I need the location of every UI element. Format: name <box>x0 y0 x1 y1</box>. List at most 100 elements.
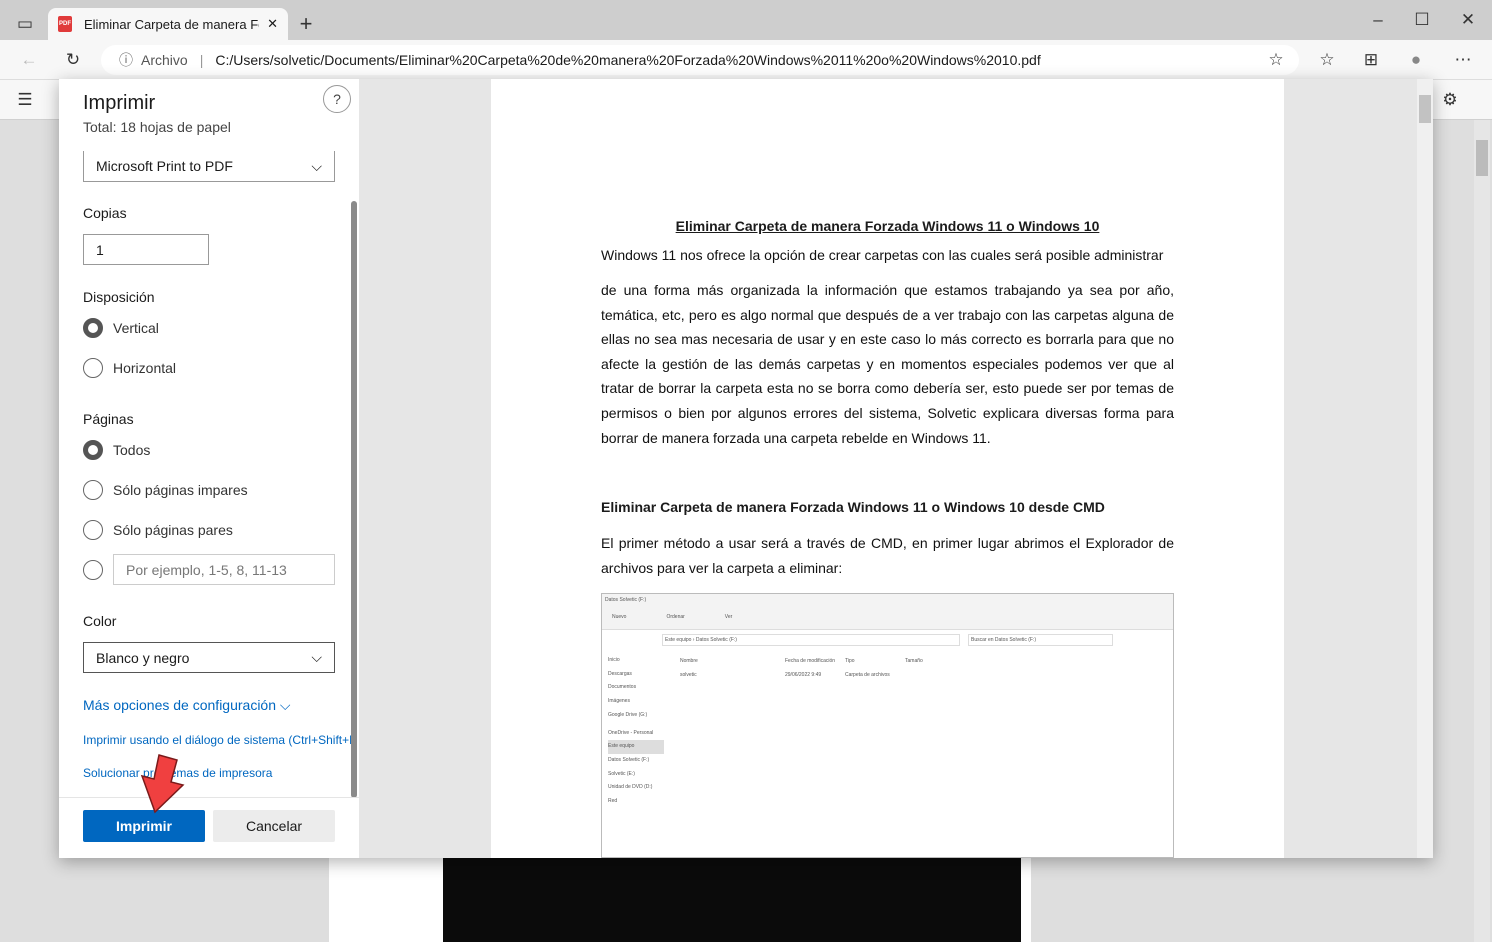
printer-value: Microsoft Print to PDF <box>96 158 233 174</box>
copies-input[interactable]: 1 <box>83 234 209 265</box>
close-window-icon[interactable]: ✕ <box>1452 4 1484 36</box>
copies-value: 1 <box>96 241 104 258</box>
link-text: Más opciones de configuración <box>83 697 277 713</box>
file-date: 29/06/2022 9:49 <box>785 672 822 678</box>
help-button[interactable]: ? <box>323 85 351 113</box>
doc-heading: Eliminar Carpeta de manera Forzada Windo… <box>675 218 1100 234</box>
tab-title: Eliminar Carpeta de manera Forzada Windo… <box>84 16 259 32</box>
red-arrow-annotation <box>140 754 185 814</box>
doc-paragraph: El primer método a usar será a través de… <box>601 535 1174 576</box>
file-size <box>905 668 945 682</box>
explorer-new: Nuevo <box>612 614 627 620</box>
printer-select[interactable]: Microsoft Print to PDF ⌵ <box>83 151 335 182</box>
divider <box>59 797 359 798</box>
pages-custom-radio[interactable] <box>83 560 103 580</box>
nav-item: Google Drive (G:) <box>608 711 648 718</box>
layout-vertical-radio[interactable]: Vertical <box>83 318 159 338</box>
maximize-icon[interactable]: ☐ <box>1406 4 1438 36</box>
refresh-icon[interactable]: ↻ <box>57 44 89 76</box>
explorer-nav: Inicio Descargas Documentos Imágenes Google … <box>602 650 670 813</box>
nav-item: Red <box>608 798 618 805</box>
sheet-total: Total: 18 hojas de papel <box>83 119 231 135</box>
file-type: Carpeta de archivos <box>845 672 890 678</box>
url-text: C:/Users/solvetic/Documents/Eliminar%20C… <box>215 52 1041 68</box>
back-icon[interactable]: ← <box>13 44 45 76</box>
address-label: Archivo <box>141 52 188 68</box>
pdf-image-background <box>443 858 1021 942</box>
system-dialog-link[interactable]: Imprimir usando el diálogo de sistema (C… <box>83 733 353 747</box>
new-tab-icon[interactable]: + <box>290 8 322 40</box>
print-settings-panel: Imprimir Total: 18 hojas de papel ? Micr… <box>59 79 359 858</box>
radio-icon <box>83 440 103 460</box>
column-header: Nombre <box>680 658 698 664</box>
nav-item: Inicio <box>608 657 620 663</box>
dialog-title: Imprimir <box>83 92 156 114</box>
settings-icon[interactable]: ⚙ <box>1434 84 1466 116</box>
radio-icon <box>83 520 103 540</box>
color-select[interactable]: Blanco y negro ⌵ <box>83 642 335 673</box>
collections-icon[interactable]: ⊞ <box>1355 44 1387 76</box>
pages-range-input[interactable]: Por ejemplo, 1-5, 8, 11-13 <box>113 554 335 585</box>
radio-icon <box>83 560 103 580</box>
column-header: Tipo <box>845 658 855 664</box>
preview-page: Eliminar Carpeta de manera Forzada Windo… <box>491 79 1284 858</box>
more-settings-link[interactable]: Más opciones de configuración ⌵ <box>83 697 291 714</box>
color-label: Color <box>83 613 117 629</box>
copies-label: Copias <box>83 205 127 221</box>
option-label: Sólo páginas impares <box>113 482 248 498</box>
contents-icon[interactable]: ☰ <box>9 84 41 116</box>
doc-paragraph: de una forma más organizada la informaci… <box>601 282 1174 446</box>
pages-all-radio[interactable]: Todos <box>83 440 150 460</box>
profile-icon[interactable]: ● <box>1400 44 1432 76</box>
explorer-title: Datos Solvetic (F:) <box>602 594 1173 606</box>
option-label: Sólo páginas pares <box>113 522 233 538</box>
explorer-search: Buscar en Datos Solvetic (F:) <box>968 634 1113 646</box>
chevron-down-icon: ⌵ <box>311 649 322 665</box>
more-icon[interactable]: ⋯ <box>1447 44 1479 76</box>
tab-active[interactable]: PDF Eliminar Carpeta de manera Forzada W… <box>48 8 288 40</box>
radio-icon <box>83 358 103 378</box>
explorer-screenshot: Datos Solvetic (F:) Nuevo Ordenar Ver Este… <box>601 593 1174 858</box>
add-favorite-icon[interactable]: ☆ <box>1260 44 1292 76</box>
chevron-down-icon: ⌵ <box>311 157 322 174</box>
nav-item: Documentos <box>608 684 637 691</box>
settings-scrollbar[interactable] <box>351 201 357 798</box>
option-label: Horizontal <box>113 360 177 376</box>
print-dialog: Imprimir Total: 18 hojas de papel ? Micr… <box>59 79 1433 858</box>
nav-item: Descargas <box>608 670 632 677</box>
radio-icon <box>83 318 103 338</box>
nav-item: Este equipo <box>608 740 664 754</box>
close-tab-icon[interactable]: ✕ <box>267 16 278 32</box>
doc-paragraph: Windows 11 nos ofrece la opción de crear… <box>601 247 1164 263</box>
print-button[interactable]: Imprimir <box>83 810 205 842</box>
layout-horizontal-radio[interactable]: Horizontal <box>83 358 176 378</box>
option-label: Todos <box>113 442 151 458</box>
tab-actions-icon[interactable]: ▭ <box>9 8 41 40</box>
pages-odd-radio[interactable]: Sólo páginas impares <box>83 480 248 500</box>
explorer-breadcrumb: Este equipo › Datos Solvetic (F:) <box>662 634 960 646</box>
nav-item: Solvetic (E:) <box>608 770 635 777</box>
chevron-down-icon: ⌵ <box>279 697 291 713</box>
column-header: Fecha de modificación <box>785 658 836 664</box>
cancel-button[interactable]: Cancelar <box>213 810 335 842</box>
nav-item: Imágenes <box>608 698 630 705</box>
placeholder: Por ejemplo, 1-5, 8, 11-13 <box>126 561 287 578</box>
nav-item: Datos Solvetic (F:) <box>608 756 650 763</box>
doc-subheading: Eliminar Carpeta de manera Forzada Windo… <box>601 499 1105 515</box>
info-icon: ⓘ <box>119 52 133 68</box>
nav-item: OneDrive - Personal <box>608 729 654 736</box>
nav-item: Unidad de DVD (D:) <box>608 784 653 791</box>
explorer-file-list: Nombre Fecha de modificación Tipo Tamaño so… <box>680 654 1163 682</box>
file-name: solvetic <box>680 672 697 678</box>
pages-even-radio[interactable]: Sólo páginas pares <box>83 520 233 540</box>
explorer-view: Ver <box>724 614 733 620</box>
pages-label: Páginas <box>83 411 134 427</box>
address-bar[interactable]: ⓘ Archivo | C:/Users/solvetic/Documents/… <box>101 45 1299 75</box>
minimize-icon[interactable]: – <box>1362 4 1394 36</box>
radio-icon <box>83 480 103 500</box>
option-label: Vertical <box>113 320 159 336</box>
pdf-scrollbar[interactable] <box>1474 120 1490 942</box>
favorites-icon[interactable]: ☆ <box>1311 44 1343 76</box>
column-header: Tamaño <box>905 658 923 664</box>
preview-scrollbar[interactable] <box>1417 79 1433 858</box>
